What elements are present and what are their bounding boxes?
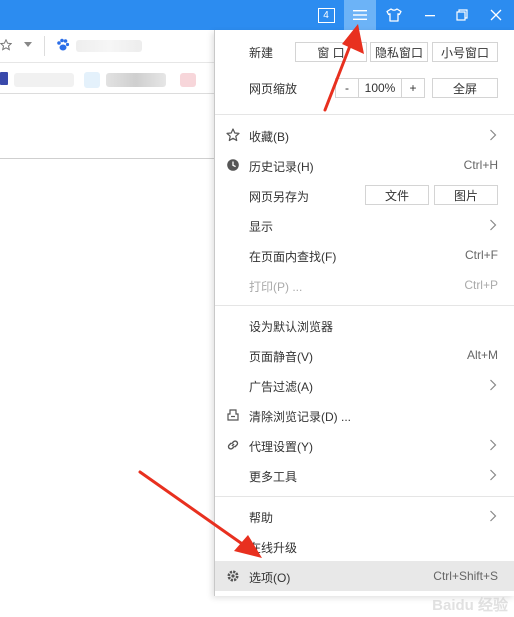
menu-separator (215, 305, 514, 306)
menu-item-history[interactable]: 历史记录(H) Ctrl+H (215, 150, 514, 180)
close-icon (490, 9, 502, 21)
tab-count-badge: 4 (317, 7, 335, 23)
main-menu-button[interactable] (344, 0, 376, 30)
new-private-window-button[interactable]: 隐私窗口 (370, 42, 428, 62)
menu-item-label: 帮助 (249, 511, 274, 525)
chevron-right-icon (490, 469, 497, 481)
gear-icon (227, 570, 239, 582)
shirt-icon (386, 8, 402, 22)
minimize-button[interactable] (414, 0, 446, 30)
menu-item-label: 更多工具 (249, 470, 298, 484)
chevron-down-icon[interactable] (24, 42, 32, 48)
menu-item-ad-filter[interactable]: 广告过滤(A) (215, 370, 514, 400)
new-window-button[interactable]: 窗 口 (295, 42, 367, 62)
menu-item-shortcut: Ctrl+Shift+S (433, 569, 498, 583)
bookmarks-bar (0, 63, 214, 94)
menu-item-label: 显示 (249, 220, 274, 234)
menu-item-label: 选项(O) (249, 571, 291, 585)
blurred-bookmark[interactable] (14, 73, 74, 87)
menu-item-label: 广告过滤(A) (249, 380, 313, 394)
menu-item-more-tools[interactable]: 更多工具 (215, 460, 514, 490)
fullscreen-button[interactable]: 全屏 (432, 78, 498, 98)
zoom-row: 网页缩放 - 100% + 全屏 (215, 73, 514, 103)
blurred-bookmark[interactable] (106, 73, 166, 87)
menu-item-label: 在页面内查找(F) (249, 250, 337, 264)
chevron-right-icon (490, 379, 497, 391)
main-menu: 新建 窗 口 隐私窗口 小号窗口 网页缩放 - 100% + 全屏 收藏(B) … (214, 30, 514, 596)
menu-item-shortcut: Ctrl+F (465, 248, 498, 262)
restore-icon (456, 9, 468, 21)
zoom-level: 100% (358, 78, 402, 98)
toolbar-divider (44, 36, 45, 56)
menu-item-label: 清除浏览记录(D) ... (249, 410, 351, 424)
menu-item-help[interactable]: 帮助 (215, 501, 514, 531)
skin-button[interactable] (378, 0, 410, 30)
blurred-text (76, 40, 142, 52)
chevron-right-icon (490, 439, 497, 451)
title-bar: 4 (0, 0, 514, 30)
minimize-icon (425, 15, 435, 17)
watermark: Baidu 经验 (432, 597, 508, 614)
menu-item-label: 页面静音(V) (249, 350, 313, 364)
menu-item-set-default[interactable]: 设为默认浏览器 (215, 310, 514, 340)
menu-item-label: 设为默认浏览器 (249, 320, 334, 334)
menu-item-display[interactable]: 显示 (215, 210, 514, 240)
menu-item-find[interactable]: 在页面内查找(F) Ctrl+F (215, 240, 514, 270)
hamburger-menu-icon (353, 10, 367, 20)
new-label: 新建 (249, 45, 274, 60)
eraser-icon (227, 409, 239, 421)
chevron-right-icon (490, 510, 497, 522)
new-row: 新建 窗 口 隐私窗口 小号窗口 (215, 37, 514, 67)
star-icon (226, 128, 240, 142)
menu-item-label: 历史记录(H) (249, 160, 314, 174)
blurred-bookmark[interactable] (84, 72, 100, 88)
menu-item-shortcut: Ctrl+P (464, 278, 498, 292)
zoom-out-button[interactable]: - (335, 78, 359, 98)
menu-item-save-as: 网页另存为 文件 图片 (215, 180, 514, 210)
address-toolbar (0, 30, 214, 63)
blurred-bookmark[interactable] (180, 73, 196, 87)
menu-item-update[interactable]: 在线升级 (215, 531, 514, 561)
menu-item-label: 收藏(B) (249, 130, 289, 144)
menu-item-print[interactable]: 打印(P) ... Ctrl+P (215, 270, 514, 300)
menu-item-label: 打印(P) ... (249, 280, 303, 294)
menu-separator (215, 496, 514, 497)
new-small-window-button[interactable]: 小号窗口 (432, 42, 498, 62)
save-as-file-button[interactable]: 文件 (365, 185, 429, 205)
menu-item-label: 网页另存为 (249, 190, 310, 204)
menu-item-options[interactable]: 选项(O) Ctrl+Shift+S (215, 561, 514, 591)
chevron-right-icon (490, 129, 497, 141)
menu-item-label: 在线升级 (249, 541, 298, 555)
menu-item-clear-history[interactable]: 清除浏览记录(D) ... (215, 400, 514, 430)
menu-separator (215, 114, 514, 115)
menu-item-label: 代理设置(Y) (249, 440, 313, 454)
save-as-image-button[interactable]: 图片 (434, 185, 498, 205)
bookmark-favicon[interactable] (0, 72, 8, 85)
tab-count-button[interactable]: 4 (310, 0, 342, 30)
paw-icon (57, 38, 70, 51)
restore-button[interactable] (446, 0, 478, 30)
chevron-right-icon (490, 219, 497, 231)
page-content (0, 94, 214, 159)
star-icon[interactable] (0, 39, 12, 51)
zoom-in-button[interactable]: + (401, 78, 425, 98)
menu-item-favorites[interactable]: 收藏(B) (215, 120, 514, 150)
clock-icon (227, 159, 239, 171)
menu-item-mute[interactable]: 页面静音(V) Alt+M (215, 340, 514, 370)
menu-item-shortcut: Ctrl+H (463, 158, 498, 172)
menu-item-shortcut: Alt+M (466, 348, 498, 362)
link-icon (227, 440, 239, 450)
menu-item-proxy[interactable]: 代理设置(Y) (215, 430, 514, 460)
close-button[interactable] (480, 0, 512, 30)
zoom-label: 网页缩放 (249, 81, 298, 96)
